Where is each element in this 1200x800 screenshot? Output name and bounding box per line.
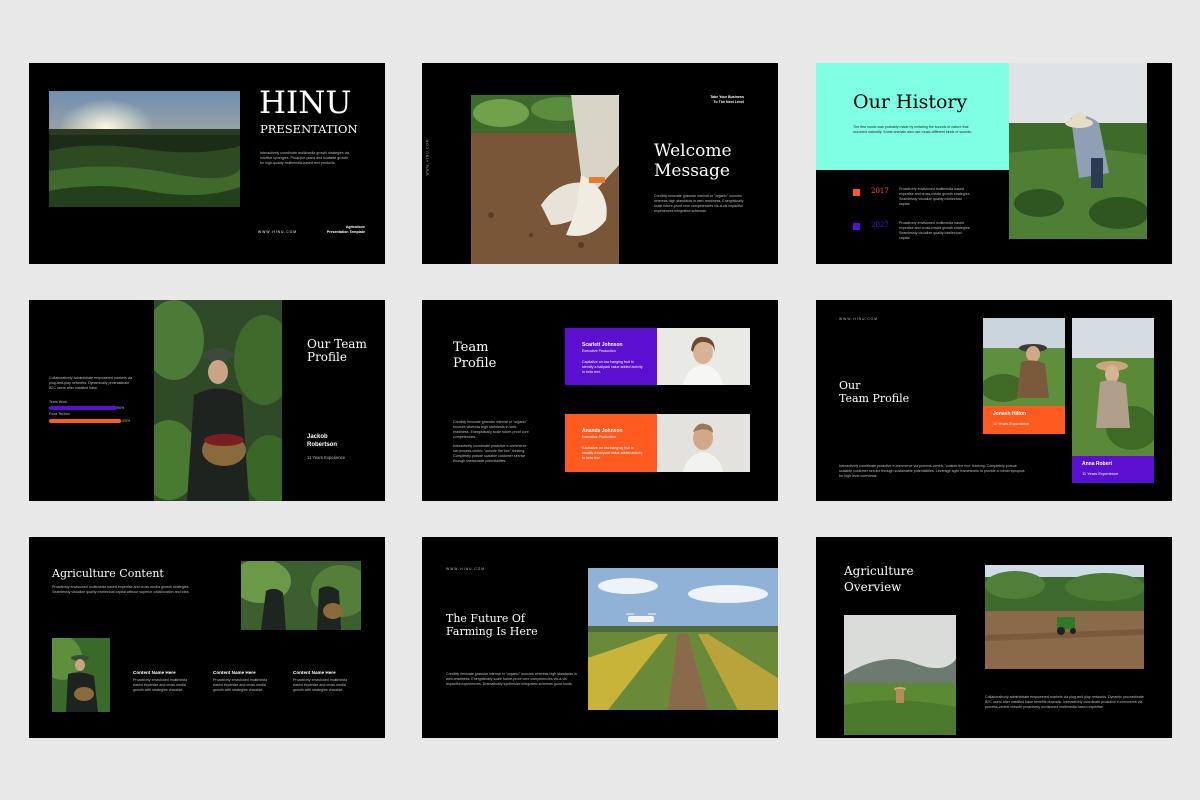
slide-6-our-team[interactable]: W W W . H I N U . C O M Our Team Profile…	[816, 300, 1172, 501]
team-cards-title-line2: Profile	[453, 356, 497, 371]
column-3-title: Content Name Here	[293, 670, 336, 675]
column-3-text: Proactively envisioned multimedia based …	[293, 678, 348, 692]
cover-url: W W W . H I N U . C O M	[258, 230, 297, 234]
our-team-title-line2: Team Profile	[839, 392, 910, 405]
column-2-title: Content Name Here	[213, 670, 256, 675]
skill-label-2: Food Techno	[49, 412, 70, 416]
team-title-line2: Profile	[307, 350, 347, 364]
our-team-body: Interactively coordinate proactive e-com…	[839, 464, 1025, 478]
timeline-marker-1	[853, 189, 860, 196]
cover-footer-line2: Presentation Template	[326, 230, 365, 234]
farmer-rice-field-photo	[844, 615, 956, 735]
timeline-year-1: 2017	[871, 187, 889, 195]
farmer-hat-field-photo	[1009, 63, 1147, 239]
skill-pct-1: 90%	[117, 406, 125, 410]
drone-flower-field-photo	[588, 568, 778, 710]
card-name: Ananda Johnson	[582, 428, 623, 434]
team-cards-body: Credibly innovate granular internal or "…	[453, 420, 529, 439]
timeline-text-1: Proactively envisioned multimedia based …	[899, 187, 971, 206]
pickers-forest-photo	[241, 561, 361, 630]
skill-pct-2: 100%	[121, 419, 131, 423]
column-2-text: Proactively envisioned multimedia based …	[213, 678, 268, 692]
member-card-anna[interactable]: Anna Robert 11 Years Experience	[1072, 456, 1154, 483]
member-name-line2: Robertson	[307, 442, 337, 448]
future-title-line1: The Future Of	[446, 612, 526, 625]
member-experience: 11 Years Experience	[1082, 471, 1119, 476]
profile-card-ananda[interactable]: Ananda Johnson Executive Production Capi…	[565, 414, 657, 472]
slide-7-agriculture-content[interactable]: Agriculture Content Proactively envision…	[29, 537, 385, 738]
slide-3-history[interactable]: Our History The first music was probably…	[816, 63, 1172, 264]
slide-4-team-profile[interactable]: Collaboratively administrate empowered m…	[29, 300, 385, 501]
skill-bar-1	[49, 406, 117, 410]
slide-2-welcome[interactable]: W W W . H I N U . C O M Take Your Busine…	[422, 63, 778, 264]
history-intro: The first music was probably made by imi…	[853, 125, 972, 134]
member-experience: 11 Years Experience	[993, 421, 1030, 426]
tractor-field-photo	[985, 565, 1144, 669]
slide-8-future-farming[interactable]: W W W . H I N U . C O M The Future Of Fa…	[422, 537, 778, 738]
timeline-marker-2	[853, 223, 860, 230]
skill-label-1: Team Work	[49, 400, 68, 404]
content-title: Agriculture Content	[52, 567, 164, 580]
future-body: Credibly innovate granular internal or "…	[446, 672, 577, 686]
timeline-text-2: Proactively envisioned multimedia based …	[899, 221, 971, 240]
team-body: Collaboratively administrate empowered m…	[49, 376, 133, 390]
slide-1-cover[interactable]: HINU PRESENTATION Interactively coordina…	[29, 63, 385, 264]
vertical-url: W W W . H I N U . C O M	[425, 139, 430, 176]
welcome-title-line2: Message	[654, 161, 730, 181]
slide-9-agriculture-overview[interactable]: Agriculture Overview Collaboratively adm…	[816, 537, 1172, 738]
our-team-title-line1: Our	[839, 379, 861, 392]
member-name-line1: Jackob	[307, 434, 328, 440]
card-role: Executive Production	[582, 349, 616, 353]
history-title: Our History	[853, 91, 968, 113]
skill-bar-2	[49, 419, 121, 423]
member-name: Jonash Hilton	[993, 411, 1027, 417]
card-role: Executive Production	[582, 435, 616, 439]
team-url: W W W . H I N U . C O M	[839, 317, 878, 321]
tobacco-field-sunset-photo	[49, 91, 240, 207]
gloved-hands-soil-photo	[471, 95, 619, 264]
cover-subtitle: PRESENTATION	[260, 122, 358, 136]
column-1-title: Content Name Here	[133, 670, 176, 675]
card-name: Scarlett Johnson	[582, 342, 623, 348]
woman-hat-field-photo	[1072, 318, 1154, 456]
ananda-portrait-photo	[657, 414, 750, 472]
column-1-text: Proactively envisioned multimedia based …	[133, 678, 188, 692]
farmer-basket-photo	[52, 638, 110, 712]
future-url: W W W . H I N U . C O M	[446, 567, 485, 571]
profile-card-scarlett[interactable]: Scarlett Johnson Executive Production Ca…	[565, 328, 657, 385]
content-body: Proactively envisioned multimedia based …	[52, 585, 190, 594]
timeline-year-2: 2027	[871, 221, 889, 229]
welcome-title-line1: Welcome	[654, 141, 732, 161]
card-text: Capitalize on low hanging fruit to ident…	[582, 360, 643, 374]
member-experience: 11 Years Experience	[307, 455, 346, 460]
slide-5-team-cards[interactable]: Team Profile Credibly innovate granular …	[422, 300, 778, 501]
member-card-jonash[interactable]: Jonash Hilton 11 Years Experience	[983, 406, 1065, 434]
woman-field-photo	[983, 318, 1065, 406]
scarlett-portrait-photo	[657, 328, 750, 385]
cover-body-text: Interactively coordinate multimedia grow…	[260, 151, 350, 165]
card-text: Capitalize on low hanging fruit to ident…	[582, 446, 643, 460]
future-title-line2: Farming Is Here	[446, 625, 538, 638]
team-cards-title-line1: Team	[453, 340, 489, 355]
overview-title-line1: Agriculture	[844, 564, 914, 578]
overview-title-line2: Overview	[844, 580, 902, 594]
cover-title: HINU	[259, 85, 352, 121]
farmer-coffee-basket-photo	[154, 300, 282, 501]
history-header-panel	[816, 63, 1009, 170]
welcome-top-line2: To The Next Level	[713, 100, 745, 104]
member-name: Anna Robert	[1082, 461, 1112, 467]
overview-body: Collaboratively administrate empowered m…	[985, 695, 1144, 709]
team-cards-body-2: Interactively coordinate proactive e-com…	[453, 444, 527, 463]
welcome-body: Credibly innovate granular internal or "…	[654, 194, 744, 213]
